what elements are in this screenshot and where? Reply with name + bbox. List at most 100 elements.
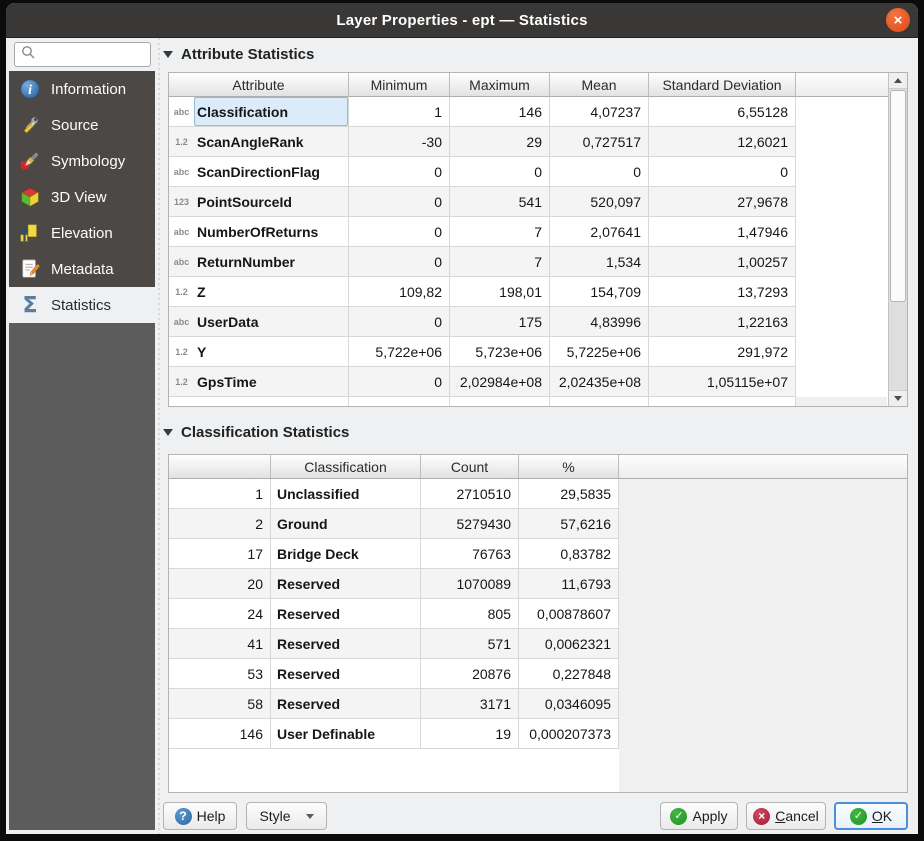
class-code-cell[interactable]: 53 bbox=[169, 659, 271, 689]
class-code-cell[interactable]: 17 bbox=[169, 539, 271, 569]
table-row[interactable]: 123 PointSourceId 0 541 520,097 27,9678 bbox=[169, 187, 796, 217]
mean-cell[interactable]: 5,7225e+06 bbox=[550, 337, 649, 367]
class-code-cell[interactable]: 24 bbox=[169, 599, 271, 629]
maximum-cell[interactable]: 541 bbox=[450, 187, 550, 217]
attribute-cell[interactable]: 1.2 Z bbox=[169, 277, 349, 307]
classification-statistics-group[interactable]: Classification Statistics bbox=[163, 424, 349, 441]
count-cell[interactable]: 571 bbox=[421, 629, 519, 659]
table-row[interactable]: 1.2 ScanAngleRank -30 29 0,727517 12,602… bbox=[169, 127, 796, 157]
maximum-cell[interactable]: 7 bbox=[450, 247, 550, 277]
mean-cell[interactable]: 4,07237 bbox=[550, 97, 649, 127]
table-row[interactable]: abc ReturnNumber 0 7 1,534 1,00257 bbox=[169, 247, 796, 277]
stddev-cell[interactable]: 1,05115e+07 bbox=[649, 367, 796, 397]
mean-cell[interactable]: 2,07641 bbox=[550, 217, 649, 247]
percent-cell[interactable]: 0,0346095 bbox=[519, 689, 619, 719]
attribute-cell[interactable]: 1.2 GpsTime bbox=[169, 367, 349, 397]
attribute-cell[interactable]: abc ScanDirectionFlag bbox=[169, 157, 349, 187]
maximum-cell[interactable]: 29 bbox=[450, 127, 550, 157]
style-button[interactable]: Style bbox=[246, 802, 327, 830]
table-row[interactable]: 2 Ground 5279430 57,6216 bbox=[169, 509, 619, 539]
attribute-cell[interactable]: abc Classification bbox=[169, 97, 349, 127]
mean-cell[interactable]: 0,727517 bbox=[550, 127, 649, 157]
close-icon[interactable]: × bbox=[886, 8, 910, 32]
mean-cell[interactable]: 0 bbox=[550, 157, 649, 187]
column-header-stddev[interactable]: Standard Deviation bbox=[649, 73, 796, 97]
sidebar-item-metadata[interactable]: Metadata bbox=[9, 251, 155, 287]
table-row[interactable]: 41 Reserved 571 0,0062321 bbox=[169, 629, 619, 659]
help-button[interactable]: ? Help bbox=[163, 802, 237, 830]
column-header-attribute[interactable]: Attribute bbox=[169, 73, 349, 97]
table-row[interactable]: abc ScanDirectionFlag 0 0 0 0 bbox=[169, 157, 796, 187]
vertical-scrollbar[interactable] bbox=[888, 73, 907, 406]
scrollbar-up-icon[interactable] bbox=[889, 73, 907, 89]
class-code-cell[interactable]: 146 bbox=[169, 719, 271, 749]
collapse-triangle-icon[interactable] bbox=[163, 51, 173, 58]
table-row[interactable]: 1 Unclassified 2710510 29,5835 bbox=[169, 479, 619, 509]
class-name-cell[interactable]: Ground bbox=[271, 509, 421, 539]
minimum-cell[interactable]: 0 bbox=[349, 367, 450, 397]
minimum-cell[interactable]: 1 bbox=[349, 97, 450, 127]
percent-cell[interactable]: 0,00878607 bbox=[519, 599, 619, 629]
percent-cell[interactable]: 0,0062321 bbox=[519, 629, 619, 659]
column-header-percent[interactable]: % bbox=[519, 455, 619, 479]
stddev-cell[interactable]: 12,6021 bbox=[649, 127, 796, 157]
column-header-classification[interactable]: Classification bbox=[271, 455, 421, 479]
maximum-cell[interactable]: 0 bbox=[450, 157, 550, 187]
percent-cell[interactable]: 29,5835 bbox=[519, 479, 619, 509]
percent-cell[interactable]: 0,83782 bbox=[519, 539, 619, 569]
sidebar-item-source[interactable]: Source bbox=[9, 107, 155, 143]
minimum-cell[interactable]: 0 bbox=[349, 187, 450, 217]
class-name-cell[interactable]: Unclassified bbox=[271, 479, 421, 509]
count-cell[interactable]: 1070089 bbox=[421, 569, 519, 599]
sidebar-item-statistics[interactable]: ΣΣ Statistics bbox=[9, 287, 155, 323]
stddev-cell[interactable]: 6,55128 bbox=[649, 97, 796, 127]
stddev-cell[interactable]: 1,22163 bbox=[649, 307, 796, 337]
class-name-cell[interactable]: Reserved bbox=[271, 569, 421, 599]
ok-button[interactable]: ✓ OK bbox=[834, 802, 908, 830]
column-header-minimum[interactable]: Minimum bbox=[349, 73, 450, 97]
maximum-cell[interactable]: 2,02984e+08 bbox=[450, 367, 550, 397]
attribute-cell[interactable]: abc UserData bbox=[169, 307, 349, 337]
minimum-cell[interactable]: -30 bbox=[349, 127, 450, 157]
sidebar-splitter[interactable] bbox=[158, 38, 160, 834]
scrollbar-down-icon[interactable] bbox=[889, 390, 907, 406]
stddev-cell[interactable]: 1,47946 bbox=[649, 217, 796, 247]
attribute-statistics-group[interactable]: Attribute Statistics bbox=[163, 46, 314, 63]
class-code-cell[interactable]: 20 bbox=[169, 569, 271, 599]
table-row[interactable]: 53 Reserved 20876 0,227848 bbox=[169, 659, 619, 689]
maximum-cell[interactable]: 5,723e+06 bbox=[450, 337, 550, 367]
count-cell[interactable]: 5279430 bbox=[421, 509, 519, 539]
stddev-cell[interactable]: 0 bbox=[649, 157, 796, 187]
column-header-code[interactable] bbox=[169, 455, 271, 479]
table-row[interactable]: 1.2 Z 109,82 198,01 154,709 13,7293 bbox=[169, 277, 796, 307]
table-row[interactable]: 1.2 Y 5,722e+06 5,723e+06 5,7225e+06 291… bbox=[169, 337, 796, 367]
column-header-maximum[interactable]: Maximum bbox=[450, 73, 550, 97]
mean-cell[interactable]: 1,534 bbox=[550, 247, 649, 277]
count-cell[interactable]: 2710510 bbox=[421, 479, 519, 509]
sidebar-item-symbology[interactable]: Symbology bbox=[9, 143, 155, 179]
table-row[interactable]: abc UserData 0 175 4,83996 1,22163 bbox=[169, 307, 796, 337]
maximum-cell[interactable]: 175 bbox=[450, 307, 550, 337]
percent-cell[interactable]: 57,6216 bbox=[519, 509, 619, 539]
maximum-cell[interactable]: 198,01 bbox=[450, 277, 550, 307]
column-header-mean[interactable]: Mean bbox=[550, 73, 649, 97]
attribute-cell[interactable]: abc NumberOfReturns bbox=[169, 217, 349, 247]
table-row[interactable]: 24 Reserved 805 0,00878607 bbox=[169, 599, 619, 629]
attribute-cell[interactable]: 1.2 Y bbox=[169, 337, 349, 367]
maximum-cell[interactable]: 7 bbox=[450, 217, 550, 247]
stddev-cell[interactable]: 1,00257 bbox=[649, 247, 796, 277]
class-code-cell[interactable]: 2 bbox=[169, 509, 271, 539]
table-row[interactable]: abc Classification 1 146 4,07237 6,55128 bbox=[169, 97, 796, 127]
cancel-button[interactable]: × Cancel bbox=[746, 802, 826, 830]
count-cell[interactable]: 19 bbox=[421, 719, 519, 749]
mean-cell[interactable]: 520,097 bbox=[550, 187, 649, 217]
class-name-cell[interactable]: Reserved bbox=[271, 659, 421, 689]
mean-cell[interactable]: 2,02435e+08 bbox=[550, 367, 649, 397]
search-input[interactable] bbox=[39, 47, 139, 62]
column-header-count[interactable]: Count bbox=[421, 455, 519, 479]
minimum-cell[interactable]: 109,82 bbox=[349, 277, 450, 307]
class-name-cell[interactable]: Reserved bbox=[271, 599, 421, 629]
class-code-cell[interactable]: 58 bbox=[169, 689, 271, 719]
minimum-cell[interactable]: 0 bbox=[349, 157, 450, 187]
count-cell[interactable]: 76763 bbox=[421, 539, 519, 569]
